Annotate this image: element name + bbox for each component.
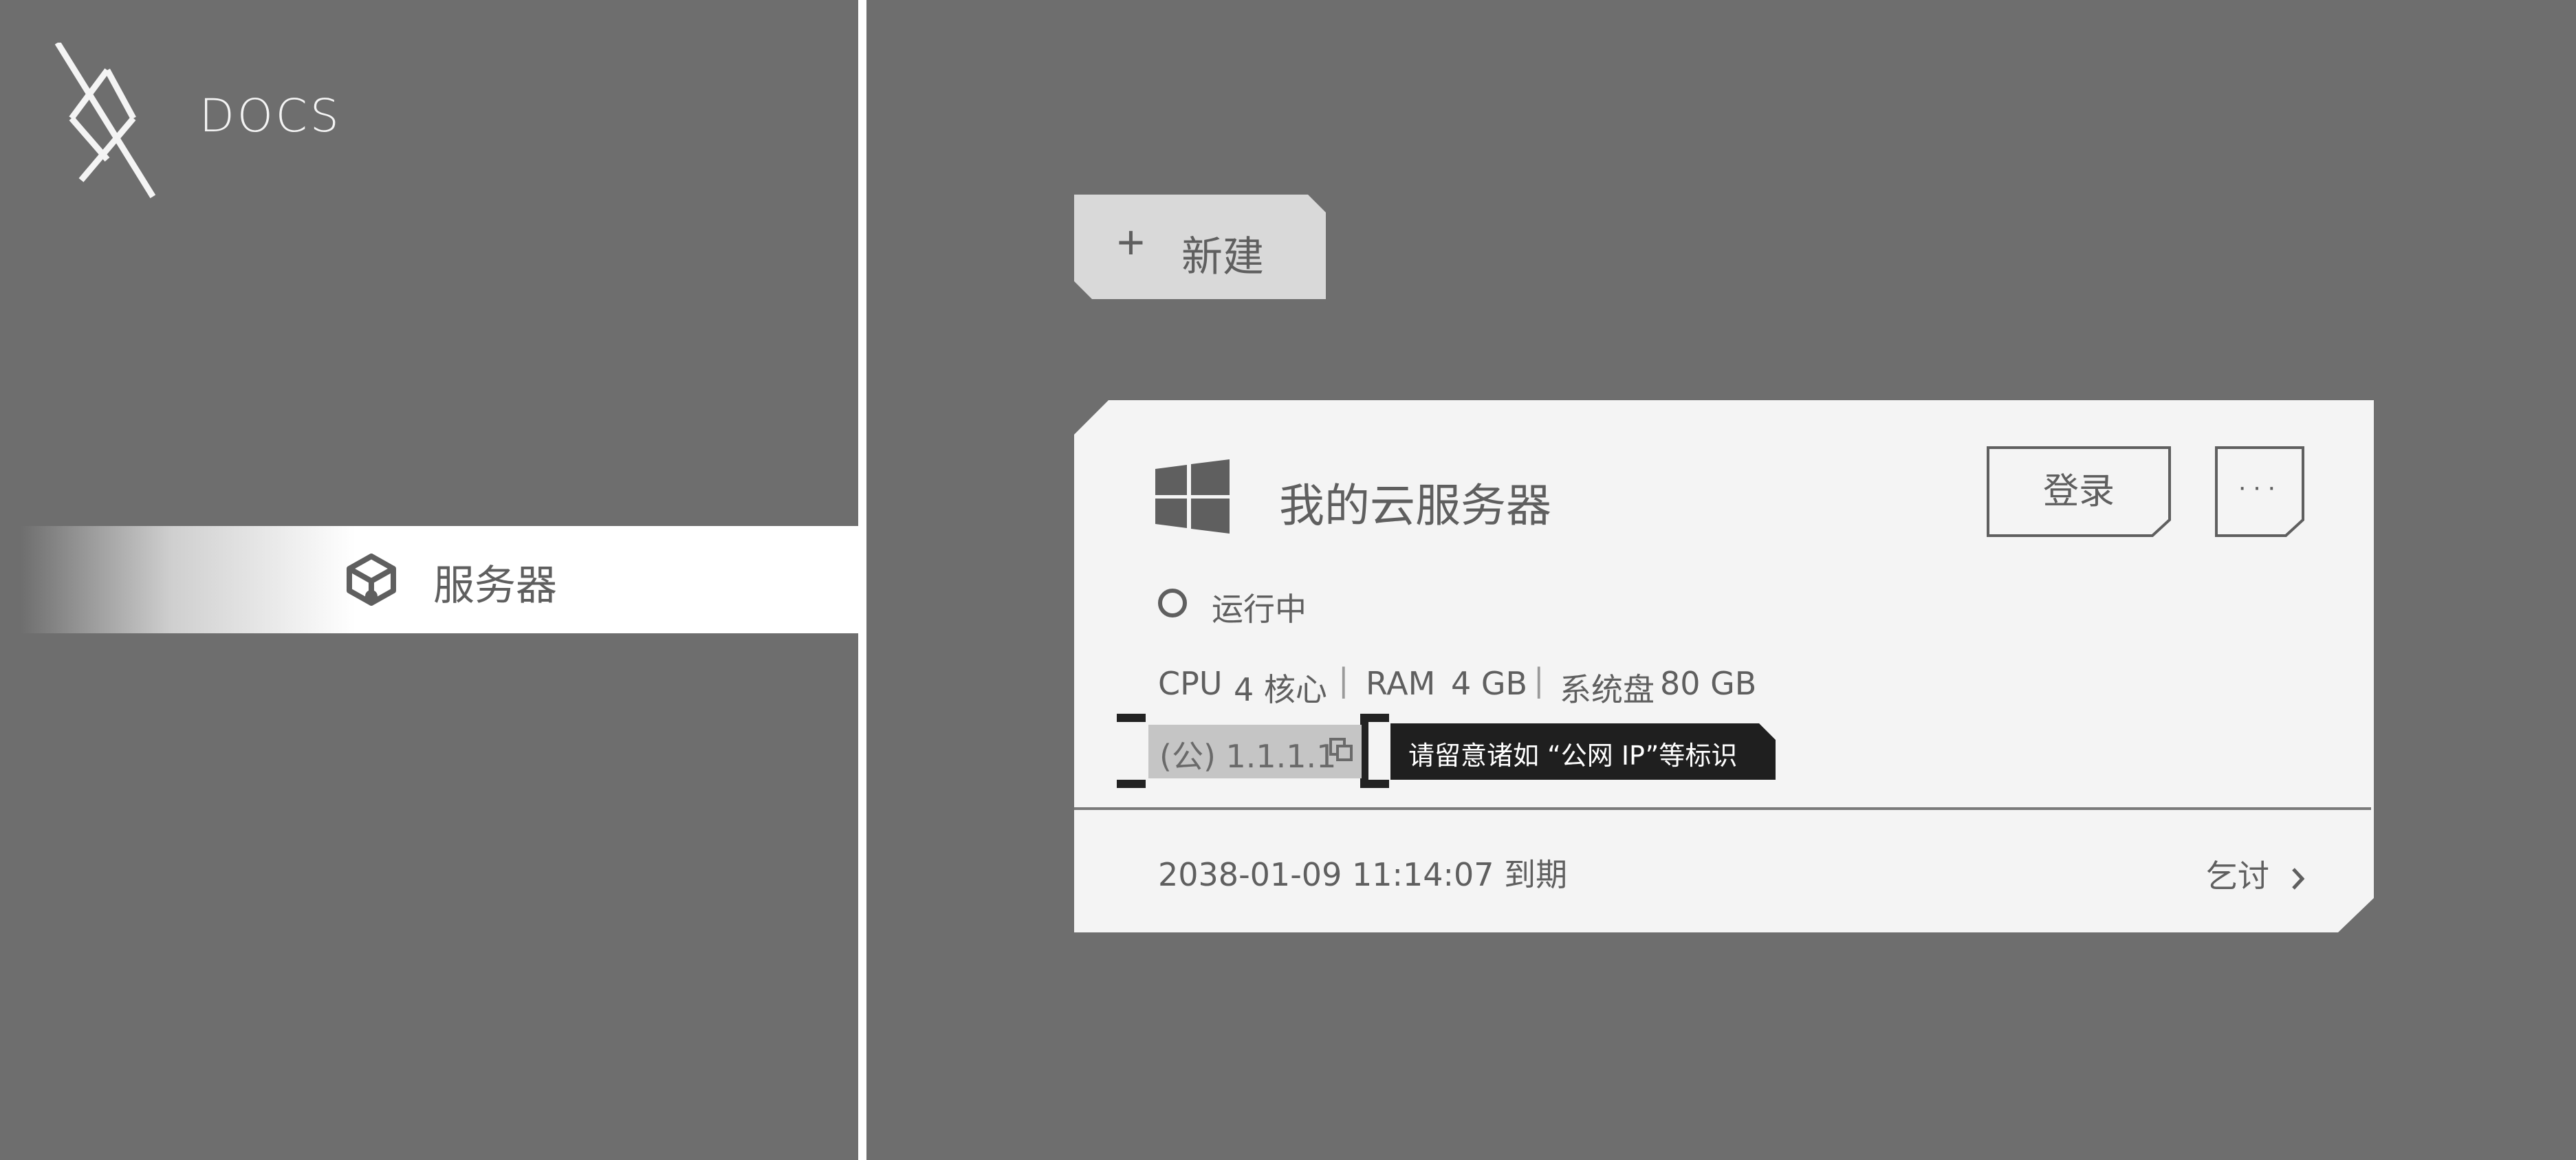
public-ip-label: (公) 1.1.1.1 <box>1159 738 1337 775</box>
chevron-right-icon <box>2291 867 2305 890</box>
more-options-label: ··· <box>2238 472 2282 502</box>
login-button-label: 登录 <box>2042 472 2115 512</box>
copy-icon[interactable] <box>1329 737 1353 762</box>
login-button[interactable]: 登录 <box>1986 446 2172 538</box>
spec-separator: | <box>1533 661 1544 699</box>
expiry-date: 2038-01-09 11:14:07 到期 <box>1158 856 1568 893</box>
server-box-icon <box>347 554 396 606</box>
disk-label: 系统盘 <box>1560 671 1655 708</box>
renew-label: 乞讨 <box>2206 857 2269 895</box>
new-button-label: 新建 <box>1181 234 1264 280</box>
ram-label: RAM <box>1366 665 1436 702</box>
spec-separator: | <box>1338 661 1349 699</box>
windows-icon <box>1155 459 1230 534</box>
server-name: 我的云服务器 <box>1279 479 1551 532</box>
renew-link[interactable]: 乞讨 <box>2206 851 2306 897</box>
hint-text: 请留意诸如 “公网 IP”等标识 <box>1408 741 1738 771</box>
status-label: 运行中 <box>1212 591 1307 628</box>
sidebar-item-label: 服务器 <box>433 562 557 610</box>
sidebar-item-servers[interactable]: 服务器 <box>21 526 858 633</box>
new-server-button[interactable]: + 新建 <box>1074 195 1326 299</box>
logo-icon <box>55 43 156 199</box>
highlight-bracket <box>1117 780 1146 788</box>
brand-name: DOCS <box>199 89 342 142</box>
status-indicator-icon <box>1158 589 1187 617</box>
card-divider <box>1074 807 2371 810</box>
hint-tooltip: 请留意诸如 “公网 IP”等标识 <box>1390 723 1776 780</box>
server-card: 我的云服务器 登录 ··· 运行中 CPU 4 核心 | RAM 4 GB | … <box>1074 400 2374 932</box>
cpu-value: 4 核心 <box>1234 671 1327 708</box>
sidebar-divider <box>858 0 866 1160</box>
cpu-label: CPU <box>1158 665 1223 702</box>
highlight-bracket <box>1117 714 1146 722</box>
disk-value: 80 GB <box>1660 665 1757 702</box>
plus-icon: + <box>1117 215 1145 269</box>
ram-value: 4 GB <box>1451 665 1528 702</box>
more-options-button[interactable]: ··· <box>2214 446 2305 538</box>
